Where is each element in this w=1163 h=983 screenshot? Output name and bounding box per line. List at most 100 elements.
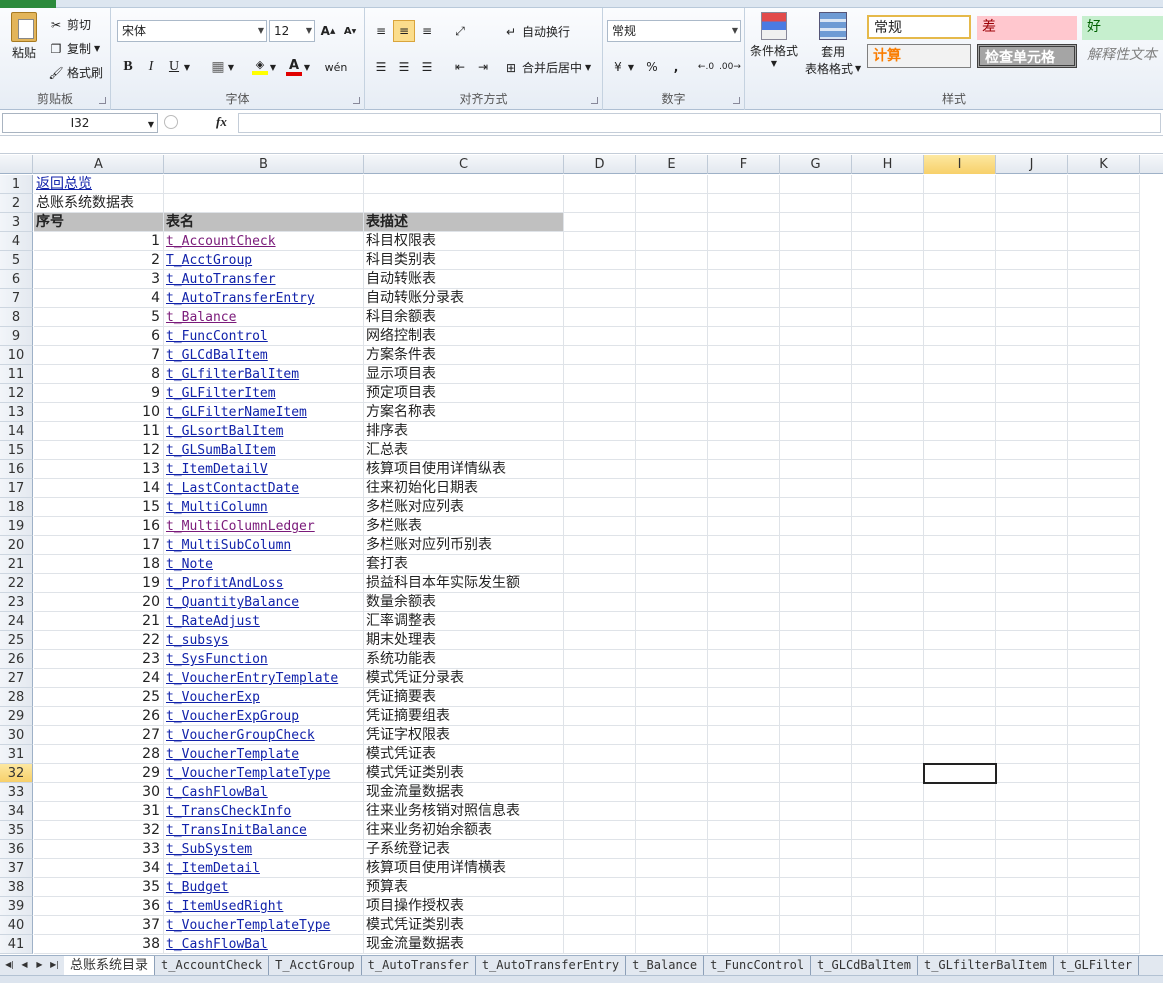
cell[interactable] <box>636 422 708 441</box>
cell[interactable] <box>1068 308 1140 327</box>
seq-cell[interactable]: 12 <box>34 441 164 460</box>
cell[interactable] <box>780 498 852 517</box>
cell[interactable] <box>924 859 996 878</box>
table-desc-cell[interactable]: 往来业务初始余额表 <box>364 821 564 840</box>
cell[interactable] <box>636 346 708 365</box>
cell[interactable] <box>852 726 924 745</box>
cell[interactable] <box>636 574 708 593</box>
cell[interactable] <box>636 270 708 289</box>
table-desc-cell[interactable]: 模式凭证类别表 <box>364 764 564 783</box>
formula-input[interactable] <box>238 113 1161 133</box>
table-name-link[interactable]: t_MultiColumnLedger <box>166 519 315 534</box>
cell[interactable] <box>708 574 780 593</box>
cell[interactable] <box>780 194 852 213</box>
cell[interactable] <box>780 707 852 726</box>
cell[interactable] <box>996 707 1068 726</box>
cell[interactable] <box>780 821 852 840</box>
dialog-launcher-icon[interactable] <box>99 97 106 104</box>
decrease-decimal-icon[interactable]: .00→ <box>719 56 741 78</box>
cell[interactable] <box>164 175 364 194</box>
cell[interactable]: t_ProfitAndLoss <box>164 574 364 593</box>
cell[interactable] <box>924 574 996 593</box>
sheet-tab[interactable]: t_GLFilter <box>1054 956 1140 975</box>
style-bad[interactable]: 差 <box>977 16 1077 40</box>
seq-cell[interactable]: 20 <box>34 593 164 612</box>
cell[interactable] <box>708 935 780 954</box>
cell[interactable] <box>708 555 780 574</box>
cell[interactable] <box>996 574 1068 593</box>
cell[interactable] <box>708 194 780 213</box>
cell[interactable] <box>996 593 1068 612</box>
cell[interactable] <box>924 422 996 441</box>
table-name-link[interactable]: t_ItemUsedRight <box>166 899 283 914</box>
table-name-link[interactable]: t_AutoTransferEntry <box>166 291 315 306</box>
table-desc-cell[interactable]: 自动转账分录表 <box>364 289 564 308</box>
cell[interactable]: t_VoucherTemplate <box>164 745 364 764</box>
seq-cell[interactable]: 33 <box>34 840 164 859</box>
cell[interactable] <box>636 403 708 422</box>
table-desc-cell[interactable]: 模式凭证分录表 <box>364 669 564 688</box>
cell[interactable] <box>708 213 780 232</box>
cell[interactable] <box>852 707 924 726</box>
style-check-cell[interactable]: 检查单元格 <box>977 44 1077 68</box>
cell[interactable] <box>996 764 1068 783</box>
cell[interactable]: t_VoucherExpGroup <box>164 707 364 726</box>
cell[interactable] <box>564 935 636 954</box>
cell[interactable]: t_subsys <box>164 631 364 650</box>
sheet-tab[interactable]: t_FuncControl <box>704 956 812 975</box>
table-name-link[interactable]: t_GLSumBalItem <box>166 443 276 458</box>
cell[interactable] <box>996 935 1068 954</box>
cell[interactable] <box>780 232 852 251</box>
cell[interactable]: t_TransInitBalance <box>164 821 364 840</box>
format-painter-button[interactable]: 🖌 格式刷 <box>48 64 103 81</box>
cell[interactable] <box>564 403 636 422</box>
cell[interactable] <box>1068 688 1140 707</box>
cell[interactable] <box>924 460 996 479</box>
cell[interactable] <box>564 916 636 935</box>
cell[interactable]: t_LastContactDate <box>164 479 364 498</box>
seq-cell[interactable]: 29 <box>34 764 164 783</box>
cell[interactable] <box>564 308 636 327</box>
cell[interactable] <box>852 897 924 916</box>
seq-cell[interactable]: 38 <box>34 935 164 954</box>
insert-function-icon[interactable]: fx <box>216 114 227 130</box>
cell[interactable] <box>564 175 636 194</box>
cell[interactable] <box>924 669 996 688</box>
style-calculation[interactable]: 计算 <box>867 44 971 68</box>
row-header[interactable]: 32 <box>0 764 33 783</box>
seq-cell[interactable]: 6 <box>34 327 164 346</box>
cell[interactable]: t_CashFlowBal <box>164 935 364 954</box>
cell[interactable] <box>996 365 1068 384</box>
table-name-link[interactable]: t_QuantityBalance <box>166 595 299 610</box>
cell[interactable] <box>564 441 636 460</box>
cell[interactable] <box>924 175 996 194</box>
table-desc-cell[interactable]: 模式凭证表 <box>364 745 564 764</box>
cell[interactable] <box>996 232 1068 251</box>
row-header[interactable]: 7 <box>0 289 33 308</box>
bold-icon[interactable]: B <box>117 56 139 78</box>
cell[interactable] <box>636 384 708 403</box>
cell[interactable] <box>1068 764 1140 783</box>
seq-cell[interactable]: 25 <box>34 688 164 707</box>
table-name-link[interactable]: t_ProfitAndLoss <box>166 576 283 591</box>
seq-cell[interactable]: 17 <box>34 536 164 555</box>
cell[interactable] <box>924 726 996 745</box>
row-header[interactable]: 22 <box>0 574 33 593</box>
row-header[interactable]: 39 <box>0 897 33 916</box>
table-name-link[interactable]: t_ItemDetailV <box>166 462 268 477</box>
align-middle-icon[interactable]: ≡ <box>393 20 415 42</box>
cell[interactable] <box>924 308 996 327</box>
row-header[interactable]: 41 <box>0 935 33 954</box>
cell[interactable] <box>852 460 924 479</box>
cell[interactable] <box>780 897 852 916</box>
seq-cell[interactable]: 35 <box>34 878 164 897</box>
cell[interactable] <box>636 460 708 479</box>
cell[interactable] <box>708 631 780 650</box>
increase-decimal-icon[interactable]: ←.0 <box>695 56 717 78</box>
cell[interactable] <box>364 194 564 213</box>
table-desc-cell[interactable]: 损益科目本年实际发生额 <box>364 574 564 593</box>
row-header[interactable]: 4 <box>0 232 33 251</box>
cell[interactable] <box>996 194 1068 213</box>
seq-cell[interactable]: 2 <box>34 251 164 270</box>
cell[interactable] <box>636 232 708 251</box>
